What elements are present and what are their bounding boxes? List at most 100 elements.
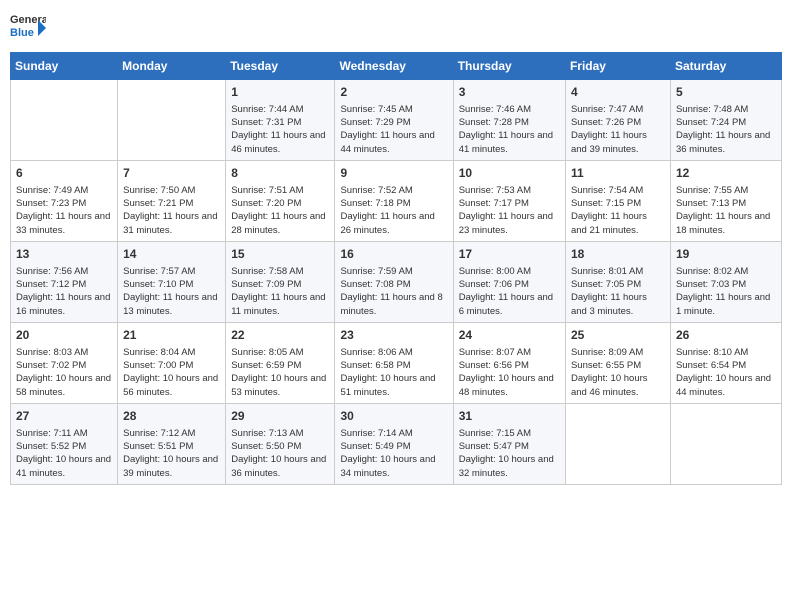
cell-info-line: Daylight: 11 hours and 18 minutes. — [676, 210, 776, 237]
cell-info-line: Daylight: 11 hours and 21 minutes. — [571, 210, 665, 237]
day-number: 20 — [16, 327, 112, 344]
cell-info-line: Daylight: 10 hours and 58 minutes. — [16, 372, 112, 399]
cell-info-line: Daylight: 10 hours and 56 minutes. — [123, 372, 220, 399]
cell-info-line: Sunrise: 7:11 AM — [16, 427, 112, 440]
cell-info-line: Daylight: 10 hours and 44 minutes. — [676, 372, 776, 399]
day-number: 1 — [231, 84, 329, 101]
cell-info-line: Daylight: 10 hours and 36 minutes. — [231, 453, 329, 480]
cell-info-line: Daylight: 10 hours and 39 minutes. — [123, 453, 220, 480]
calendar-cell: 26Sunrise: 8:10 AMSunset: 6:54 PMDayligh… — [670, 322, 781, 403]
day-number: 16 — [340, 246, 447, 263]
cell-info-line: Daylight: 10 hours and 32 minutes. — [459, 453, 560, 480]
cell-info-line: Daylight: 11 hours and 28 minutes. — [231, 210, 329, 237]
cell-info-line: Sunset: 5:50 PM — [231, 440, 329, 453]
cell-info-line: Daylight: 10 hours and 41 minutes. — [16, 453, 112, 480]
cell-info-line: Daylight: 11 hours and 41 minutes. — [459, 129, 560, 156]
weekday-header: Thursday — [453, 53, 565, 80]
cell-info-line: Sunrise: 7:58 AM — [231, 265, 329, 278]
cell-info-line: Daylight: 11 hours and 1 minute. — [676, 291, 776, 318]
cell-info-line: Daylight: 11 hours and 11 minutes. — [231, 291, 329, 318]
calendar-cell: 28Sunrise: 7:12 AMSunset: 5:51 PMDayligh… — [118, 403, 226, 484]
cell-info-line: Sunset: 7:18 PM — [340, 197, 447, 210]
day-number: 11 — [571, 165, 665, 182]
cell-info-line: Sunrise: 7:54 AM — [571, 184, 665, 197]
cell-info-line: Daylight: 10 hours and 53 minutes. — [231, 372, 329, 399]
day-number: 13 — [16, 246, 112, 263]
cell-info-line: Sunrise: 8:03 AM — [16, 346, 112, 359]
day-number: 9 — [340, 165, 447, 182]
cell-info-line: Sunset: 7:26 PM — [571, 116, 665, 129]
cell-info-line: Sunset: 7:28 PM — [459, 116, 560, 129]
calendar-cell: 14Sunrise: 7:57 AMSunset: 7:10 PMDayligh… — [118, 241, 226, 322]
day-number: 25 — [571, 327, 665, 344]
cell-info-line: Sunset: 6:58 PM — [340, 359, 447, 372]
cell-info-line: Sunrise: 8:00 AM — [459, 265, 560, 278]
day-number: 18 — [571, 246, 665, 263]
cell-info-line: Sunrise: 8:01 AM — [571, 265, 665, 278]
calendar-cell: 21Sunrise: 8:04 AMSunset: 7:00 PMDayligh… — [118, 322, 226, 403]
cell-info-line: Sunset: 7:02 PM — [16, 359, 112, 372]
day-number: 23 — [340, 327, 447, 344]
cell-info-line: Daylight: 10 hours and 48 minutes. — [459, 372, 560, 399]
cell-info-line: Sunrise: 7:53 AM — [459, 184, 560, 197]
cell-info-line: Sunset: 6:56 PM — [459, 359, 560, 372]
cell-info-line: Daylight: 11 hours and 6 minutes. — [459, 291, 560, 318]
cell-info-line: Daylight: 10 hours and 51 minutes. — [340, 372, 447, 399]
cell-info-line: Sunset: 7:08 PM — [340, 278, 447, 291]
cell-info-line: Sunrise: 7:50 AM — [123, 184, 220, 197]
calendar-cell: 11 Sunrise: 7:54 AMSunset: 7:15 PMDayligh… — [565, 160, 670, 241]
cell-info-line: Daylight: 11 hours and 46 minutes. — [231, 129, 329, 156]
calendar-week-row: 20Sunrise: 8:03 AMSunset: 7:02 PMDayligh… — [11, 322, 782, 403]
cell-info-line: Sunrise: 7:51 AM — [231, 184, 329, 197]
cell-info-line: Sunset: 7:31 PM — [231, 116, 329, 129]
cell-info-line: Sunrise: 7:45 AM — [340, 103, 447, 116]
day-number: 2 — [340, 84, 447, 101]
cell-info-line: Sunrise: 8:07 AM — [459, 346, 560, 359]
cell-info-line: Sunset: 7:09 PM — [231, 278, 329, 291]
calendar-cell: 25Sunrise: 8:09 AMSunset: 6:55 PMDayligh… — [565, 322, 670, 403]
weekday-header: Wednesday — [335, 53, 453, 80]
calendar-cell — [565, 403, 670, 484]
calendar-cell: 15 Sunrise: 7:58 AMSunset: 7:09 PMDayligh… — [226, 241, 335, 322]
cell-info-line: Daylight: 11 hours and 16 minutes. — [16, 291, 112, 318]
cell-info-line: Daylight: 11 hours and 23 minutes. — [459, 210, 560, 237]
calendar-header-row: SundayMondayTuesdayWednesdayThursdayFrid… — [11, 53, 782, 80]
calendar-cell: 23 Sunrise: 8:06 AMSunset: 6:58 PMDayligh… — [335, 322, 453, 403]
cell-info-line: Daylight: 11 hours and 39 minutes. — [571, 129, 665, 156]
calendar-cell: 9Sunrise: 7:52 AMSunset: 7:18 PMDaylight… — [335, 160, 453, 241]
cell-info-line: Daylight: 11 hours and 31 minutes. — [123, 210, 220, 237]
cell-info-line: Daylight: 10 hours and 46 minutes. — [571, 372, 665, 399]
cell-info-line: Sunrise: 7:15 AM — [459, 427, 560, 440]
day-number: 15 — [231, 246, 329, 263]
logo: General Blue — [10, 10, 46, 46]
calendar-cell: 7Sunrise: 7:50 AMSunset: 7:21 PMDaylight… — [118, 160, 226, 241]
calendar-cell — [11, 80, 118, 161]
cell-info-line: Daylight: 10 hours and 34 minutes. — [340, 453, 447, 480]
cell-info-line: Sunrise: 7:12 AM — [123, 427, 220, 440]
cell-info-line: Sunset: 7:03 PM — [676, 278, 776, 291]
page-header: General Blue — [10, 10, 782, 46]
cell-info-line: Sunrise: 8:10 AM — [676, 346, 776, 359]
cell-info-line: Daylight: 11 hours and 44 minutes. — [340, 129, 447, 156]
calendar-cell: 16Sunrise: 7:59 AMSunset: 7:08 PMDayligh… — [335, 241, 453, 322]
cell-info-line: Sunset: 7:13 PM — [676, 197, 776, 210]
calendar-cell: 18Sunrise: 8:01 AMSunset: 7:05 PMDayligh… — [565, 241, 670, 322]
calendar-cell: 13Sunrise: 7:56 AMSunset: 7:12 PMDayligh… — [11, 241, 118, 322]
calendar-cell: 29Sunrise: 7:13 AMSunset: 5:50 PMDayligh… — [226, 403, 335, 484]
day-number: 8 — [231, 165, 329, 182]
cell-info-line: Sunset: 7:20 PM — [231, 197, 329, 210]
day-number: 24 — [459, 327, 560, 344]
calendar-cell: 30Sunrise: 7:14 AMSunset: 5:49 PMDayligh… — [335, 403, 453, 484]
cell-info-line: Sunrise: 8:06 AM — [340, 346, 447, 359]
cell-info-line: Daylight: 11 hours and 13 minutes. — [123, 291, 220, 318]
day-number: 22 — [231, 327, 329, 344]
day-number: 28 — [123, 408, 220, 425]
cell-info-line: Sunrise: 8:02 AM — [676, 265, 776, 278]
weekday-header: Saturday — [670, 53, 781, 80]
cell-info-line: Sunrise: 7:47 AM — [571, 103, 665, 116]
day-number: 19 — [676, 246, 776, 263]
calendar-cell — [670, 403, 781, 484]
weekday-header: Sunday — [11, 53, 118, 80]
cell-info-line: Sunset: 7:15 PM — [571, 197, 665, 210]
cell-info-line: Sunset: 5:47 PM — [459, 440, 560, 453]
